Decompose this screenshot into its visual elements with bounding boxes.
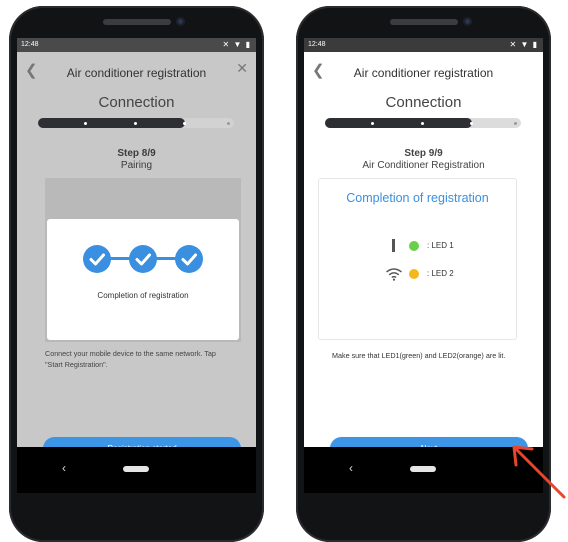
step-sub-label: Pairing [120, 160, 153, 171]
status-bar: 12:48 ✕ ▼ ▮ [17, 38, 256, 52]
phone-left: 12:48 ✕ ▼ ▮ ❮ Air conditioner registrati… [9, 6, 264, 542]
check-icon [83, 245, 111, 273]
screen-right: 12:48 ✕ ▼ ▮ ❮ Air conditioner registrati… [304, 38, 543, 493]
front-camera [176, 17, 185, 26]
page-title: Air conditioner registration [66, 66, 207, 80]
check-icon [129, 245, 157, 273]
led2-indicator [409, 269, 419, 279]
pairing-card: Completion of registration [47, 219, 239, 340]
progress-bar [325, 118, 521, 128]
progress-dot [514, 121, 517, 125]
top-bar: ❮ Air conditioner registration [304, 52, 543, 92]
speaker-grille [390, 19, 458, 25]
nav-back-icon[interactable]: ‹ [349, 461, 353, 475]
step-label: Step 8/9 [117, 148, 156, 159]
instruction-text: Make sure that LED1(green) and LED2(oran… [332, 351, 506, 360]
progress-dot [183, 121, 186, 125]
progress-fill [38, 118, 185, 128]
progress-dot [421, 121, 424, 125]
step-sub-label: Air Conditioner Registration [362, 160, 485, 171]
led1-indicator [409, 241, 419, 251]
progress-dot [134, 121, 137, 125]
close-icon[interactable]: ✕ [236, 60, 248, 77]
screen-left: 12:48 ✕ ▼ ▮ ❮ Air conditioner registrati… [17, 38, 256, 493]
led1-label: : LED 1 [427, 241, 454, 250]
status-time: 12:48 [308, 41, 326, 48]
progress-dot [470, 121, 473, 125]
instruction-text: Connect your mobile device to the same n… [45, 349, 216, 369]
progress-dot [84, 121, 87, 125]
step-label: Step 9/9 [404, 148, 443, 159]
status-bar: 12:48 ✕ ▼ ▮ [304, 38, 543, 52]
check-icon [175, 245, 203, 273]
top-bar: ❮ Air conditioner registration ✕ [17, 52, 256, 92]
status-time: 12:48 [21, 41, 39, 48]
connection-title: Connection [98, 94, 175, 111]
nav-bar: ‹ [17, 447, 256, 493]
nav-home-icon[interactable] [410, 466, 436, 472]
completion-card: Completion of registration : LED 1 : LED… [318, 178, 517, 340]
speaker-grille [103, 19, 171, 25]
connection-title: Connection [385, 94, 462, 111]
progress-dot [371, 121, 374, 125]
nav-home-icon[interactable] [123, 466, 149, 472]
led-bar-icon [392, 239, 395, 252]
front-camera [463, 17, 472, 26]
progress-bar [38, 118, 234, 128]
wifi-icon [385, 267, 403, 281]
status-icons: ✕ ▼ ▮ [509, 40, 538, 49]
check-steps [83, 245, 203, 273]
progress-dot [227, 121, 230, 125]
nav-back-icon[interactable]: ‹ [62, 461, 66, 475]
progress-fill [325, 118, 472, 128]
completion-title: Completion of registration [346, 191, 489, 205]
status-icons: ✕ ▼ ▮ [222, 40, 251, 49]
page-title: Air conditioner registration [353, 66, 494, 80]
pointer-arrow-icon [512, 445, 566, 499]
led2-label: : LED 2 [427, 269, 454, 278]
card-text: Completion of registration [97, 291, 189, 300]
